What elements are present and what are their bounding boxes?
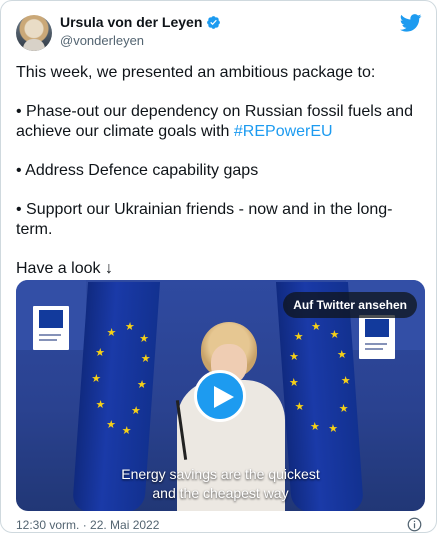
- view-on-twitter-button[interactable]: Auf Twitter ansehen: [283, 292, 417, 318]
- caption-line-1: Energy savings are the quickest: [121, 466, 320, 482]
- play-icon: [214, 386, 234, 408]
- hashtag-link[interactable]: #REPowerEU: [234, 123, 333, 140]
- video-caption: Energy savings are the quickest and the …: [16, 465, 425, 503]
- tweet-embed-card[interactable]: Ursula von der Leyen @vonderleyen This w…: [0, 0, 437, 533]
- tweet-bullet-2: • Address Defence capability gaps: [16, 161, 259, 179]
- tweet-intro: This week, we presented an ambitious pac…: [16, 64, 376, 81]
- author-name-row[interactable]: Ursula von der Leyen: [60, 14, 221, 30]
- twitter-bird-icon[interactable]: [400, 14, 422, 32]
- info-icon[interactable]: [407, 517, 422, 532]
- tweet-timestamp[interactable]: 12:30 vorm. · 22. Mai 2022: [16, 518, 159, 532]
- verified-badge-icon: [207, 15, 221, 29]
- european-commission-logo-left: [33, 306, 69, 350]
- caption-line-2: and the cheapest way: [152, 485, 289, 501]
- european-commission-logo-right: [359, 315, 395, 359]
- tweet-text: This week, we presented an ambitious pac…: [16, 63, 424, 279]
- tweet-bullet-1-text: • Phase-out our dependency on Russian fo…: [16, 103, 413, 140]
- tweet-bullet-3: • Support our Ukrainian friends - now an…: [16, 201, 393, 238]
- avatar[interactable]: [16, 15, 52, 51]
- video-thumbnail[interactable]: ★ ★ ★ ★ ★ ★ ★ ★ ★ ★ ★ ★ ★ ★ ★ ★ ★ ★ ★ ★ …: [16, 280, 425, 511]
- tweet-bullet-1: • Phase-out our dependency on Russian fo…: [16, 102, 424, 141]
- author-display-name[interactable]: Ursula von der Leyen: [60, 14, 202, 30]
- author-handle[interactable]: @vonderleyen: [60, 33, 144, 48]
- tweet-outro: Have a look ↓: [16, 259, 113, 277]
- play-button[interactable]: [194, 370, 246, 422]
